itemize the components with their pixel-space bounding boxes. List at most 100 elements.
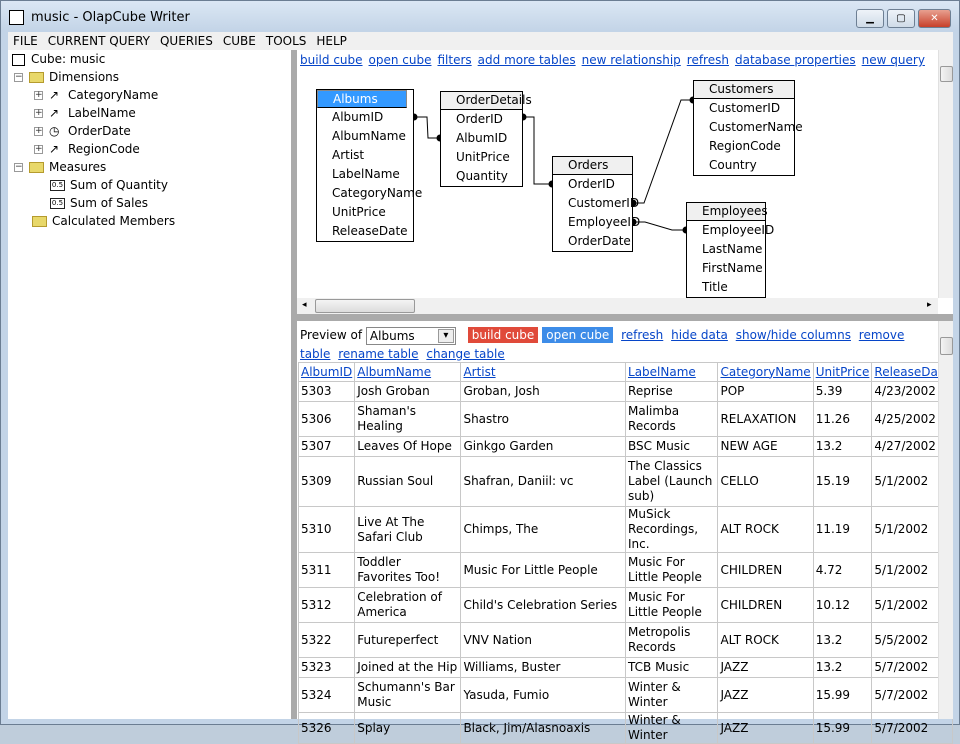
collapse-icon[interactable]: − bbox=[14, 73, 23, 82]
table-cell[interactable]: 5324 bbox=[297, 677, 356, 713]
link-show-hide-columns[interactable]: show/hide columns bbox=[736, 328, 851, 342]
table-cell[interactable]: Shafran, Daniil: vc bbox=[460, 456, 627, 507]
table-field[interactable]: EmployeeID bbox=[687, 221, 774, 240]
maximize-button[interactable]: ▢ bbox=[887, 9, 915, 28]
table-cell[interactable]: VNV Nation bbox=[460, 622, 627, 658]
table-cell[interactable]: JAZZ bbox=[717, 677, 814, 713]
table-cell[interactable]: 15.99 bbox=[812, 677, 873, 713]
table-cell[interactable]: 11.19 bbox=[812, 506, 873, 553]
menu-current-query[interactable]: CURRENT QUERY bbox=[43, 32, 155, 50]
link-hide-data[interactable]: hide data bbox=[671, 328, 728, 342]
table-field[interactable]: ReleaseDate bbox=[317, 222, 413, 241]
table-cell[interactable]: Schumann's Bar Music bbox=[354, 677, 462, 713]
column-sort-link[interactable]: Artist bbox=[463, 365, 495, 379]
tree-measures[interactable]: − Measures bbox=[14, 158, 106, 176]
table-cell[interactable]: POP bbox=[717, 381, 814, 402]
table-cell[interactable]: 5322 bbox=[297, 622, 356, 658]
column-header[interactable]: LabelName bbox=[625, 362, 719, 382]
table-employees[interactable]: Employees EmployeeID LastName FirstName Titl… bbox=[686, 202, 774, 298]
table-cell[interactable]: Celebration of America bbox=[354, 587, 462, 623]
table-cell[interactable]: JAZZ bbox=[717, 657, 814, 678]
table-albums[interactable]: Albums AlbumID AlbumName Artist LabelName Cat… bbox=[316, 89, 422, 242]
table-header[interactable]: Albums bbox=[317, 90, 407, 108]
table-field[interactable]: RegionCode bbox=[694, 137, 794, 156]
table-cell[interactable]: Live At The Safari Club bbox=[354, 506, 462, 553]
menu-help[interactable]: HELP bbox=[311, 32, 352, 50]
table-cell[interactable]: BSC Music bbox=[625, 436, 719, 457]
table-cell[interactable]: CHILDREN bbox=[717, 552, 814, 588]
table-cell[interactable]: Chimps, The bbox=[460, 506, 627, 553]
table-field[interactable]: UnitPrice bbox=[441, 148, 522, 167]
table-cell[interactable]: ALT ROCK bbox=[717, 506, 814, 553]
table-cell[interactable]: ALT ROCK bbox=[717, 622, 814, 658]
table-cell[interactable]: Reprise bbox=[625, 381, 719, 402]
open-cube-button[interactable]: open cube bbox=[542, 327, 614, 343]
table-cell[interactable]: MuSick Recordings, Inc. bbox=[625, 506, 719, 553]
table-field[interactable]: AlbumID bbox=[317, 108, 413, 127]
menu-queries[interactable]: QUERIES bbox=[155, 32, 218, 50]
table-cell[interactable]: Ginkgo Garden bbox=[460, 436, 627, 457]
table-cell[interactable]: The Classics Label (Launch sub) bbox=[625, 456, 719, 507]
table-cell[interactable]: 5323 bbox=[297, 657, 356, 678]
table-cell[interactable]: CHILDREN bbox=[717, 587, 814, 623]
table-cell[interactable]: Malimba Records bbox=[625, 401, 719, 437]
table-cell[interactable]: 5306 bbox=[297, 401, 356, 437]
tree-dimension[interactable]: + ↗ CategoryName bbox=[34, 86, 158, 104]
table-cell[interactable]: NEW AGE bbox=[717, 436, 814, 457]
tree-dimension[interactable]: + ↗ RegionCode bbox=[34, 140, 140, 158]
minimize-button[interactable]: ▁ bbox=[856, 9, 884, 28]
table-cell[interactable]: 13.2 bbox=[812, 436, 873, 457]
link-refresh[interactable]: refresh bbox=[621, 328, 663, 342]
table-field[interactable]: Title bbox=[687, 278, 765, 297]
table-cell[interactable]: 5311 bbox=[297, 552, 356, 588]
table-field[interactable]: OrderDate bbox=[553, 232, 632, 251]
tree-measure[interactable]: 0.5 Sum of Sales bbox=[50, 194, 148, 212]
table-cell[interactable]: Child's Celebration Series bbox=[460, 587, 627, 623]
table-cell[interactable]: Winter & Winter bbox=[625, 677, 719, 713]
table-cell[interactable]: Yasuda, Fumio bbox=[460, 677, 627, 713]
table-cell[interactable]: Winter & Winter bbox=[625, 712, 719, 744]
table-field[interactable]: Country bbox=[694, 156, 794, 175]
table-cell[interactable]: 5.39 bbox=[812, 381, 873, 402]
table-cell[interactable]: Music For Little People bbox=[625, 587, 719, 623]
tree-dimension[interactable]: + ◷ OrderDate bbox=[34, 122, 131, 140]
table-cell[interactable]: Shastro bbox=[460, 401, 627, 437]
table-cell[interactable]: Music For Little People bbox=[625, 552, 719, 588]
table-cell[interactable]: 13.2 bbox=[812, 657, 873, 678]
table-header[interactable]: Employees bbox=[687, 203, 768, 221]
table-field[interactable]: AlbumID bbox=[441, 129, 522, 148]
table-field[interactable]: OrderID bbox=[441, 110, 522, 129]
link-rename-table[interactable]: rename table bbox=[338, 347, 418, 361]
expand-icon[interactable]: + bbox=[34, 91, 43, 100]
column-sort-link[interactable]: UnitPrice bbox=[816, 365, 870, 379]
tree-cube[interactable]: Cube: music bbox=[12, 50, 105, 68]
table-field[interactable]: UnitPrice bbox=[317, 203, 413, 222]
tree-measure[interactable]: 0.5 Sum of Quantity bbox=[50, 176, 168, 194]
table-cell[interactable]: 4.72 bbox=[812, 552, 873, 588]
horizontal-splitter[interactable] bbox=[297, 314, 953, 321]
table-field[interactable]: FirstName bbox=[687, 259, 765, 278]
table-cell[interactable]: Josh Groban bbox=[354, 381, 462, 402]
table-cell[interactable]: 5307 bbox=[297, 436, 356, 457]
column-header[interactable]: UnitPrice bbox=[812, 362, 873, 382]
table-cell[interactable]: Music For Little People bbox=[460, 552, 627, 588]
table-orderdetails[interactable]: OrderDetails OrderID AlbumID UnitPrice Quant… bbox=[440, 91, 532, 187]
column-header[interactable]: Artist bbox=[460, 362, 627, 382]
expand-icon[interactable]: + bbox=[34, 109, 43, 118]
table-field[interactable]: LastName bbox=[687, 240, 765, 259]
table-cell[interactable]: 5310 bbox=[297, 506, 356, 553]
column-header[interactable]: AlbumName bbox=[354, 362, 462, 382]
table-header[interactable]: OrderDetails bbox=[441, 92, 532, 110]
preview-table-select[interactable]: Albums ▾ bbox=[365, 326, 456, 345]
table-cell[interactable]: CELLO bbox=[717, 456, 814, 507]
table-cell[interactable]: 10.12 bbox=[812, 587, 873, 623]
table-cell[interactable]: Leaves Of Hope bbox=[354, 436, 462, 457]
table-field[interactable]: OrderID bbox=[553, 175, 632, 194]
collapse-icon[interactable]: − bbox=[14, 163, 23, 172]
table-cell[interactable]: 11.26 bbox=[812, 401, 873, 437]
column-sort-link[interactable]: LabelName bbox=[628, 365, 696, 379]
table-header[interactable]: Orders bbox=[553, 157, 632, 175]
table-cell[interactable]: Splay bbox=[354, 712, 462, 744]
tree-calculated-members[interactable]: Calculated Members bbox=[32, 212, 175, 230]
table-cell[interactable]: TCB Music bbox=[625, 657, 719, 678]
